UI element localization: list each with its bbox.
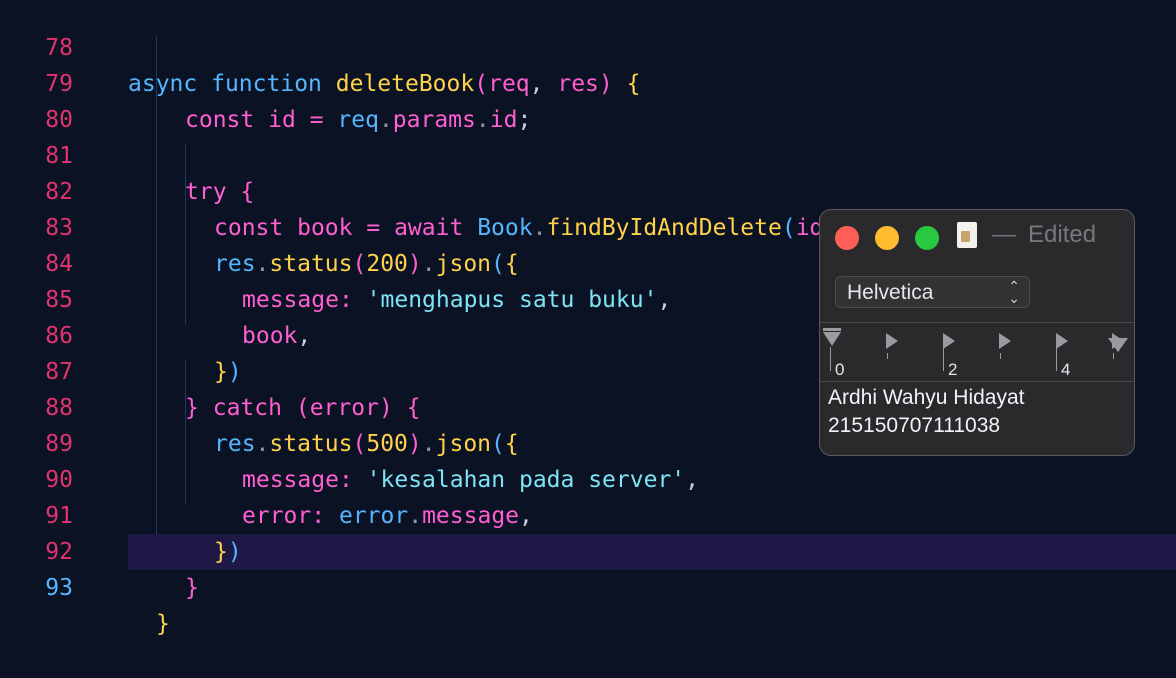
ruler[interactable]: 0 2 4 [820, 322, 1134, 382]
code-line[interactable]: 83 res.status(200).json({ [0, 174, 1176, 277]
right-margin-marker[interactable] [1108, 338, 1128, 352]
document-icon[interactable] [957, 222, 977, 248]
ruler-tick [830, 347, 831, 371]
ruler-number: 0 [835, 360, 845, 379]
code-line-current[interactable]: 93 } [0, 534, 1176, 637]
document-line: Ardhi Wahyu Hidayat [828, 386, 1025, 409]
chevron-updown-icon: ⌃ ⌄ [1008, 278, 1020, 306]
tab-stop-marker[interactable] [943, 333, 955, 349]
ruler-tick [1113, 353, 1114, 359]
code-line[interactable]: 92 } [0, 498, 1176, 601]
code-line[interactable]: 91 }) [0, 462, 1176, 565]
ruler-number: 4 [1061, 360, 1071, 379]
document-line: 215150707111038 [828, 414, 1001, 437]
code-line[interactable]: 79 const id = req.params.id; [0, 30, 1176, 133]
ruler-tick [943, 347, 944, 371]
document-text-area[interactable]: Ardhi Wahyu Hidayat 215150707111038 [828, 384, 1126, 440]
tab-stop-marker[interactable] [886, 333, 898, 349]
left-indent-marker[interactable] [823, 332, 841, 346]
code-line[interactable]: 80 [0, 66, 1176, 133]
textedit-window[interactable]: — Edited Helvetica ⌃ ⌄ 0 2 4 Ardhi Wahyu … [819, 209, 1135, 456]
ruler-tick [887, 353, 888, 359]
ruler-number: 2 [948, 360, 958, 379]
ruler-tick [1000, 353, 1001, 359]
title-bar[interactable]: — Edited [820, 210, 1134, 262]
ruler-tick [1056, 347, 1057, 371]
font-family-select[interactable]: Helvetica ⌃ ⌄ [835, 276, 1030, 308]
code-line[interactable]: 81 try { [0, 102, 1176, 205]
line-number-active: 93 [45, 575, 73, 601]
title-separator: — [992, 221, 1016, 248]
minimize-button[interactable] [875, 226, 899, 250]
tab-stop-marker[interactable] [999, 333, 1011, 349]
code-text: } [156, 611, 170, 637]
edited-status[interactable]: Edited [1028, 221, 1096, 249]
code-line[interactable]: 82 const book = await Book.findByIdAndDe… [0, 138, 1176, 241]
code-text: } [185, 575, 199, 601]
zoom-button[interactable] [915, 226, 939, 250]
code-line[interactable]: 78 async function deleteBook(req, res) { [0, 0, 1176, 97]
first-line-indent-marker[interactable] [823, 328, 841, 331]
font-family-value: Helvetica [847, 281, 934, 304]
close-button[interactable] [835, 226, 859, 250]
tab-stop-marker[interactable] [1056, 333, 1068, 349]
